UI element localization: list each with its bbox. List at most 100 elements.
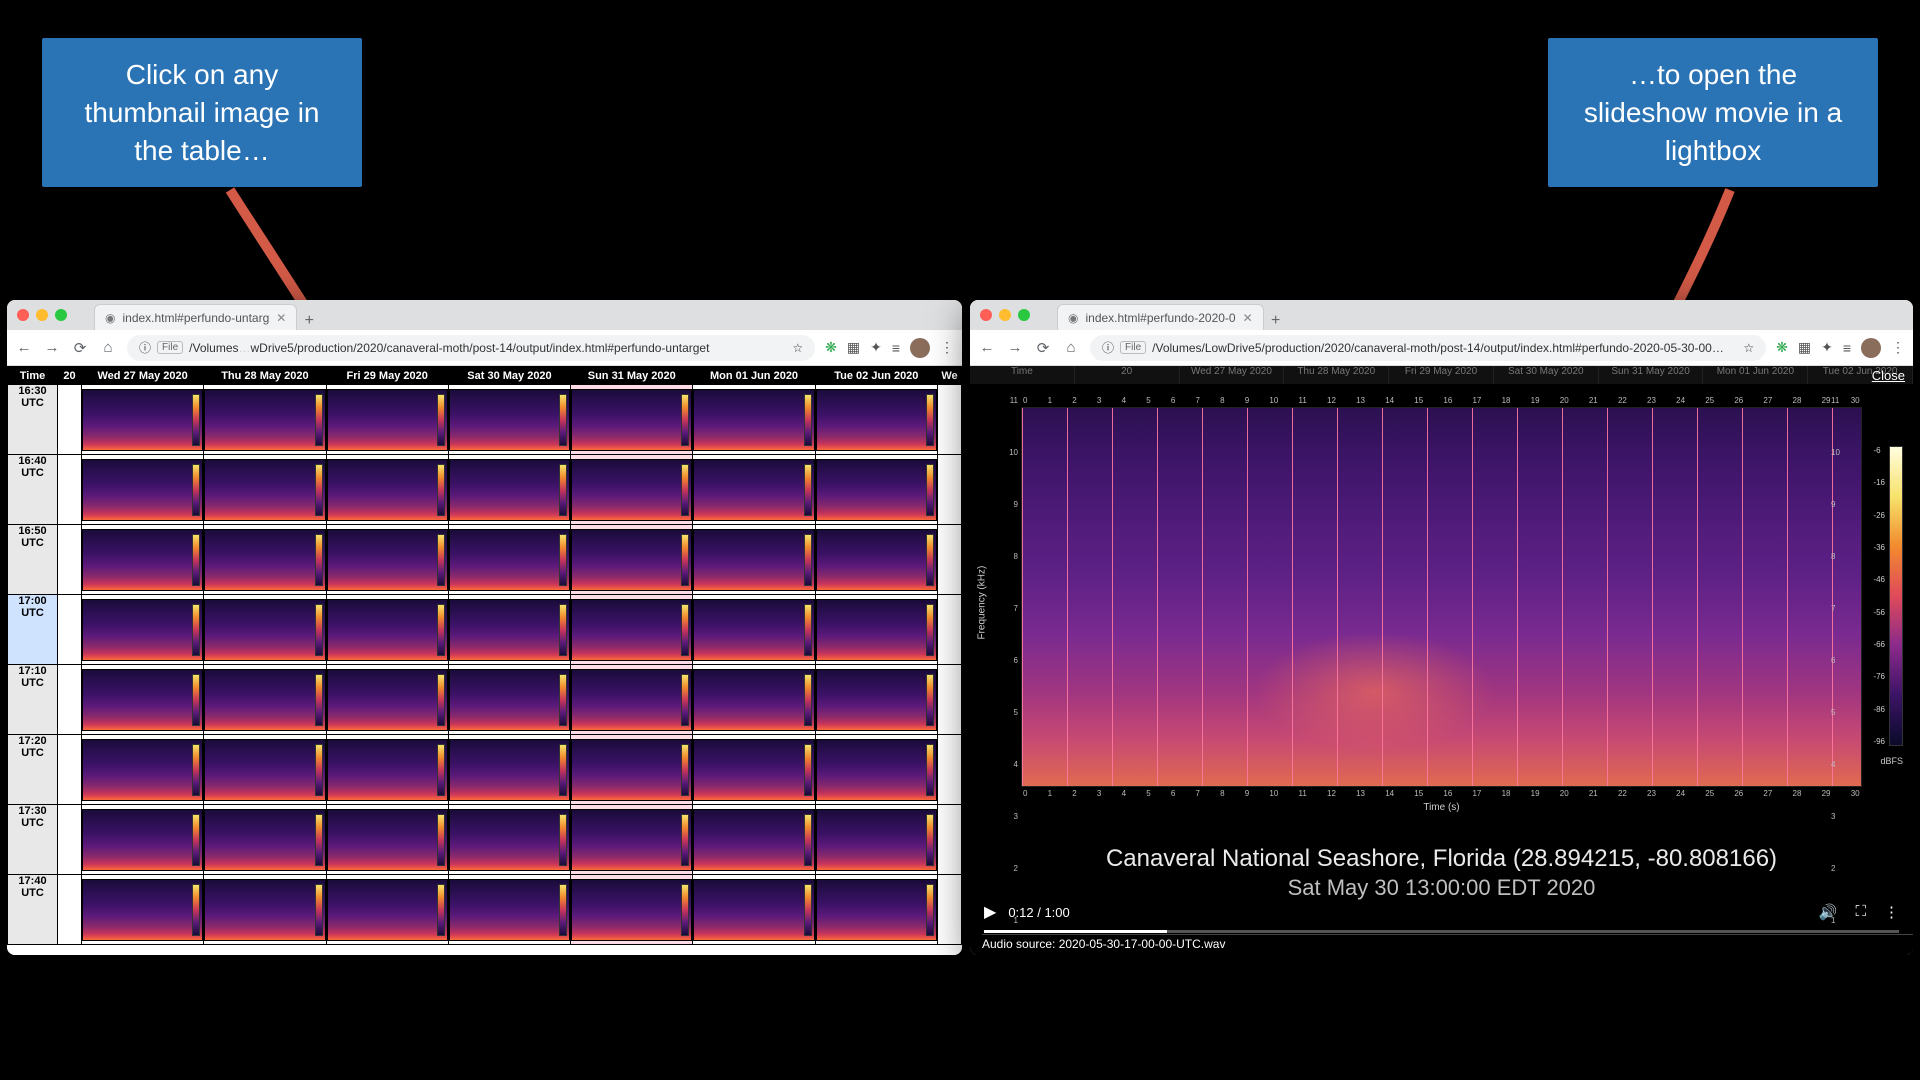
evernote-icon[interactable]: ❋ <box>1776 339 1788 356</box>
spectrogram-thumbnail[interactable] <box>571 809 692 871</box>
spectrogram-thumbnail[interactable] <box>571 529 692 591</box>
thumbnail-cell[interactable] <box>204 595 326 665</box>
spectrogram-thumbnail[interactable] <box>449 599 570 661</box>
spectrogram-thumbnail[interactable] <box>816 879 937 941</box>
tab-close-icon[interactable]: ✕ <box>1243 311 1253 325</box>
thumbnail-cell[interactable] <box>693 385 815 455</box>
window-close-button[interactable] <box>980 309 992 321</box>
window-close-button[interactable] <box>17 309 29 321</box>
thumbnail-cell[interactable] <box>326 805 448 875</box>
window-zoom-button[interactable] <box>1018 309 1030 321</box>
spectrogram-thumbnail[interactable] <box>693 389 814 451</box>
spectrogram-thumbnail[interactable] <box>693 809 814 871</box>
thumbnail-cell[interactable] <box>204 805 326 875</box>
thumbnail-cell[interactable] <box>326 385 448 455</box>
thumbnail-cell-partial[interactable] <box>938 385 962 455</box>
video-menu-icon[interactable]: ⋮ <box>1884 903 1899 921</box>
thumbnail-cell[interactable] <box>448 385 570 455</box>
back-button[interactable]: ← <box>15 339 33 357</box>
volume-icon[interactable]: 🔊 <box>1819 903 1838 921</box>
thumbnail-cell[interactable] <box>815 875 937 945</box>
star-icon[interactable]: ☆ <box>792 341 803 355</box>
browser-tab[interactable]: ◉ index.html#perfundo-2020-0 ✕ <box>1057 304 1264 330</box>
thumbnail-cell[interactable] <box>815 525 937 595</box>
spectrogram-thumbnail[interactable] <box>82 599 203 661</box>
spectrogram-thumbnail[interactable] <box>816 389 937 451</box>
spectrogram-thumbnail[interactable] <box>449 389 570 451</box>
thumbnail-cell[interactable] <box>693 665 815 735</box>
spectrogram-thumbnail[interactable] <box>816 809 937 871</box>
thumbnail-cell[interactable] <box>693 525 815 595</box>
thumbnail-cell[interactable] <box>82 385 204 455</box>
reading-list-icon[interactable]: ≡ <box>892 340 900 356</box>
thumbnail-cell[interactable] <box>815 595 937 665</box>
thumbnail-cell[interactable] <box>693 875 815 945</box>
spectrogram-thumbnail[interactable] <box>327 879 448 941</box>
thumbnail-cell[interactable] <box>82 455 204 525</box>
thumbnail-cell[interactable] <box>815 385 937 455</box>
spectrogram-thumbnail[interactable] <box>449 739 570 801</box>
spectrogram-thumbnail[interactable] <box>693 669 814 731</box>
thumbnail-cell[interactable] <box>204 665 326 735</box>
spectrogram-thumbnail[interactable] <box>204 599 325 661</box>
fullscreen-icon[interactable]: ⛶ <box>1855 903 1866 921</box>
spectrogram-thumbnail[interactable] <box>693 459 814 521</box>
spectrogram-thumbnail[interactable] <box>204 389 325 451</box>
profile-avatar[interactable] <box>910 338 930 358</box>
thumbnail-cell[interactable] <box>693 735 815 805</box>
spectrogram-thumbnail[interactable] <box>816 529 937 591</box>
new-tab-button[interactable]: + <box>1264 312 1288 330</box>
thumbnail-cell[interactable] <box>204 875 326 945</box>
thumbnail-cell[interactable] <box>82 875 204 945</box>
spectrogram-thumbnail[interactable] <box>693 739 814 801</box>
spectrogram-thumbnail[interactable] <box>327 459 448 521</box>
thumbnail-cell-partial[interactable] <box>938 525 962 595</box>
thumbnail-cell[interactable] <box>204 455 326 525</box>
spectrogram-thumbnail[interactable] <box>82 809 203 871</box>
thumbnail-cell[interactable] <box>571 385 693 455</box>
thumbnail-cell-partial[interactable] <box>938 735 962 805</box>
spectrogram-thumbnail[interactable] <box>204 459 325 521</box>
kebab-menu-icon[interactable]: ⋮ <box>940 339 954 356</box>
thumbnail-cell[interactable] <box>326 525 448 595</box>
window-zoom-button[interactable] <box>55 309 67 321</box>
spectrogram-thumbnail[interactable] <box>571 669 692 731</box>
spectrogram-thumbnail[interactable] <box>816 739 937 801</box>
lightbox-close-link[interactable]: Close <box>1872 368 1905 383</box>
home-button[interactable]: ⌂ <box>99 339 117 357</box>
thumbnail-cell[interactable] <box>448 455 570 525</box>
thumbnail-cell[interactable] <box>815 665 937 735</box>
thumbnail-cell-partial[interactable] <box>938 595 962 665</box>
evernote-icon[interactable]: ❋ <box>825 339 837 356</box>
spectrogram-thumbnail[interactable] <box>82 389 203 451</box>
spectrogram-thumbnail[interactable] <box>449 529 570 591</box>
spectrogram-thumbnail[interactable] <box>204 669 325 731</box>
window-titlebar[interactable]: ◉ index.html#perfundo-untarg ✕ + <box>7 300 962 330</box>
forward-button[interactable]: → <box>1006 339 1024 357</box>
thumbnail-cell[interactable] <box>693 455 815 525</box>
home-button[interactable]: ⌂ <box>1062 339 1080 357</box>
spectrogram-thumbnail[interactable] <box>327 529 448 591</box>
thumbnail-cell[interactable] <box>448 665 570 735</box>
thumbnail-cell[interactable] <box>571 525 693 595</box>
thumbnail-cell[interactable] <box>815 735 937 805</box>
extensions-puzzle-icon[interactable]: ✦ <box>1821 339 1833 356</box>
forward-button[interactable]: → <box>43 339 61 357</box>
spectrogram-thumbnail[interactable] <box>693 879 814 941</box>
spectrogram-thumbnail[interactable] <box>571 459 692 521</box>
spectrogram-thumbnail[interactable] <box>82 669 203 731</box>
window-titlebar[interactable]: ◉ index.html#perfundo-2020-0 ✕ + <box>970 300 1913 330</box>
reload-button[interactable]: ⟳ <box>1034 339 1052 357</box>
thumbnail-cell-partial[interactable] <box>938 455 962 525</box>
extension-icon[interactable]: ▦ <box>847 339 860 356</box>
spectrogram-thumbnail[interactable] <box>327 389 448 451</box>
thumbnail-cell[interactable] <box>204 385 326 455</box>
thumbnail-cell[interactable] <box>326 735 448 805</box>
thumbnail-cell[interactable] <box>82 525 204 595</box>
back-button[interactable]: ← <box>978 339 996 357</box>
spectrogram-thumbnail[interactable] <box>693 599 814 661</box>
spectrogram-thumbnail[interactable] <box>204 809 325 871</box>
spectrogram-thumbnail[interactable] <box>82 459 203 521</box>
spectrogram-thumbnail[interactable] <box>449 809 570 871</box>
spectrogram-thumbnail[interactable] <box>204 529 325 591</box>
